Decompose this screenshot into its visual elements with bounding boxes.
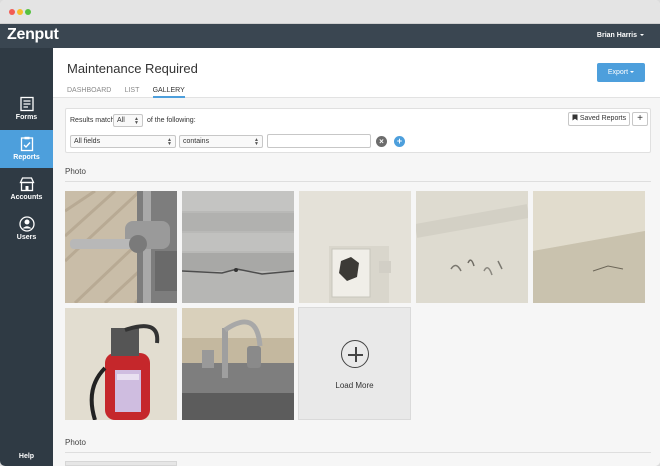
sidebar-item-label: Accounts <box>10 194 43 201</box>
sidebar-item-accounts[interactable]: Accounts <box>0 170 53 208</box>
top-navbar: Zenput Brian Harris <box>0 24 660 48</box>
sidebar-item-label: Forms <box>15 114 38 121</box>
chevron-down-icon <box>640 34 644 37</box>
accounts-icon <box>18 177 35 192</box>
window-titlebar <box>0 0 660 24</box>
of-following-label: of the following: <box>147 117 196 124</box>
field-select-value: All fields <box>74 138 101 145</box>
fire-extinguisher-photo <box>65 308 177 420</box>
field-select[interactable]: All fields ▲ ▼ <box>70 135 176 148</box>
app-window: Zenput Brian Harris Forms Reports Accoun… <box>0 0 660 466</box>
forms-icon <box>19 96 34 112</box>
page-title: Maintenance Required <box>67 61 198 76</box>
section-divider <box>65 181 651 182</box>
gallery-photo-scuffed-wall[interactable] <box>416 191 528 303</box>
sink-faucet-photo <box>182 308 294 420</box>
sidebar-item-users[interactable]: Users <box>0 210 53 248</box>
tab-gallery[interactable]: GALLERY <box>152 87 185 98</box>
page-header: Maintenance Required DASHBOARD LIST GALL… <box>53 48 660 98</box>
user-name: Brian Harris <box>596 32 637 39</box>
gallery-photo-wall-hole[interactable] <box>299 191 411 303</box>
gallery-photo-ceiling[interactable] <box>533 191 645 303</box>
help-link[interactable]: Help <box>0 453 53 460</box>
select-arrows-icon: ▲ ▼ <box>167 137 172 147</box>
add-report-button[interactable]: + <box>632 112 648 126</box>
reports-icon <box>20 136 33 152</box>
gallery-section-label-2: Photo <box>65 438 86 447</box>
water-valve-photo <box>65 191 177 303</box>
gallery-photo-sink[interactable] <box>182 308 294 420</box>
scuffed-wall-photo <box>416 191 528 303</box>
minimize-window-button[interactable] <box>17 9 23 15</box>
remove-filter-icon[interactable]: × <box>376 136 387 147</box>
ceiling-crack-photo <box>533 191 645 303</box>
close-window-button[interactable] <box>9 9 15 15</box>
filter-panel: Results match All ▲ ▼ of the following: A… <box>65 108 651 153</box>
select-arrows-icon: ▲ ▼ <box>134 116 139 126</box>
add-filter-icon[interactable]: + <box>394 136 405 147</box>
sidebar: Forms Reports Accounts Users Help <box>0 48 53 466</box>
operator-select[interactable]: contains ▲ ▼ <box>179 135 263 148</box>
user-menu[interactable]: Brian Harris <box>597 32 644 39</box>
gallery-photo-partial[interactable] <box>65 461 177 466</box>
gallery-photo-valve[interactable] <box>65 191 177 303</box>
sidebar-item-forms[interactable]: Forms <box>0 90 53 128</box>
match-select[interactable]: All ▲ ▼ <box>113 114 143 127</box>
users-icon <box>18 216 35 232</box>
load-more-label: Load More <box>335 381 374 390</box>
export-button[interactable]: Export <box>597 63 645 82</box>
saved-reports-button[interactable]: Saved Reports <box>568 112 630 126</box>
bookmark-icon <box>572 114 578 121</box>
wall-hole-outlet-photo <box>299 191 411 303</box>
floor-tile-crack-photo <box>182 191 294 303</box>
main-content: Maintenance Required DASHBOARD LIST GALL… <box>53 48 660 466</box>
load-more-button[interactable]: Load More <box>298 307 411 420</box>
select-arrows-icon: ▲ ▼ <box>254 137 259 147</box>
operator-select-value: contains <box>183 138 210 145</box>
match-select-value: All <box>117 117 125 124</box>
gallery-photo-floor[interactable] <box>182 191 294 303</box>
gallery-section-label: Photo <box>65 167 86 176</box>
sidebar-item-reports[interactable]: Reports <box>0 130 53 168</box>
results-match-label: Results match <box>70 117 115 124</box>
section-divider-2 <box>65 452 651 453</box>
chevron-down-icon <box>630 71 635 74</box>
plus-circle-icon <box>341 340 369 368</box>
sidebar-item-label: Reports <box>13 154 40 161</box>
saved-reports-label: Saved Reports <box>579 115 627 122</box>
gallery-photo-extinguisher[interactable] <box>65 308 177 420</box>
export-label: Export <box>607 69 629 76</box>
view-tabs: DASHBOARD LIST GALLERY <box>67 85 196 98</box>
zoom-window-button[interactable] <box>25 9 31 15</box>
zenput-logo[interactable]: Zenput <box>7 26 59 44</box>
tab-list[interactable]: LIST <box>125 87 140 96</box>
filter-text-input[interactable] <box>267 134 371 148</box>
tab-dashboard[interactable]: DASHBOARD <box>67 87 111 96</box>
sidebar-item-label: Users <box>16 234 37 241</box>
